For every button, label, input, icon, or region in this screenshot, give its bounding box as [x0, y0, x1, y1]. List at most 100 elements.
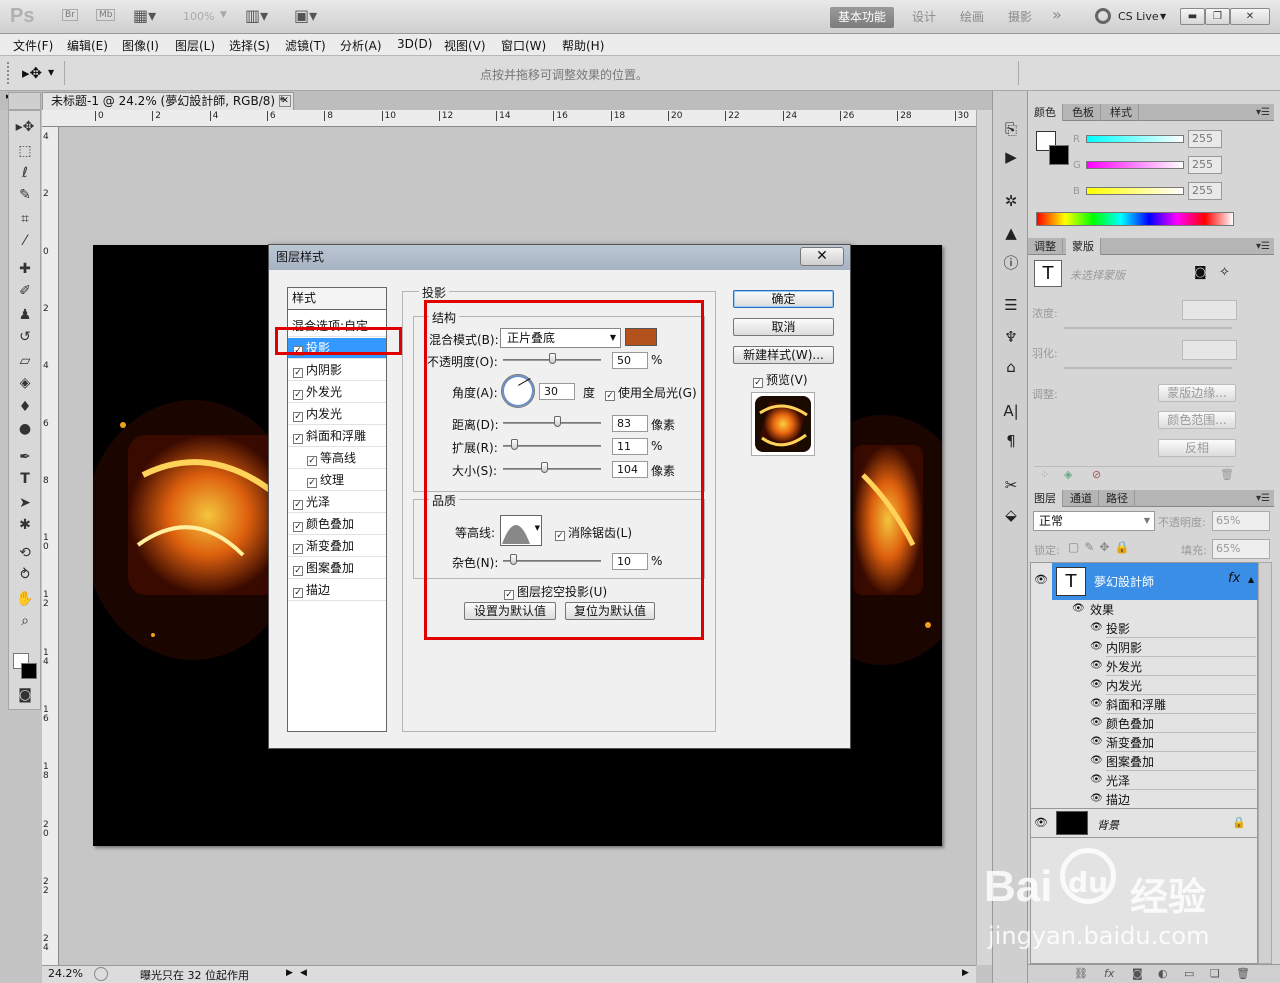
minimize-button[interactable]: ▬: [1180, 8, 1205, 25]
new-group-icon[interactable]: ▭: [1184, 967, 1194, 980]
3d-rotate-icon[interactable]: ⟲: [13, 543, 37, 563]
menu-window[interactable]: 窗口(W): [501, 37, 546, 54]
menu-analysis[interactable]: 分析(A): [340, 37, 382, 54]
healing-brush-icon[interactable]: ✚: [13, 259, 37, 279]
style-checkbox[interactable]: ✓: [307, 456, 317, 466]
tab-masks[interactable]: 蒙版: [1066, 238, 1101, 255]
channel-g-slider[interactable]: [1086, 161, 1184, 169]
screen-mode-icon[interactable]: ▣▾: [294, 6, 317, 25]
add-vector-mask-icon[interactable]: ✧: [1219, 265, 1230, 280]
brush-tool-icon[interactable]: ✐: [13, 281, 37, 301]
eye-icon[interactable]: 👁: [1072, 603, 1085, 614]
add-style-icon[interactable]: fx: [1104, 967, 1114, 980]
effect-row[interactable]: 描边: [1106, 791, 1256, 809]
blend-mode-dropdown[interactable]: 正常 ▼: [1033, 511, 1155, 531]
menu-image[interactable]: 图像(I): [122, 37, 159, 54]
eye-icon[interactable]: 👁: [1034, 816, 1048, 829]
menu-layer[interactable]: 图层(L): [175, 37, 215, 54]
info-icon[interactable]: ⓘ: [1001, 253, 1021, 273]
style-checkbox[interactable]: ✓: [293, 412, 303, 422]
move-tool-icon[interactable]: ▸✥: [13, 117, 37, 137]
tab-paths[interactable]: 路径: [1100, 490, 1135, 507]
eye-icon[interactable]: 👁: [1090, 622, 1103, 633]
mask-edge-button[interactable]: 蒙版边缘...: [1158, 384, 1236, 402]
brush-presets-icon[interactable]: ☰: [1001, 295, 1021, 315]
color-range-button[interactable]: 颜色范围...: [1158, 411, 1236, 429]
style-checkbox[interactable]: ✓: [293, 434, 303, 444]
effect-row[interactable]: 内发光: [1106, 677, 1256, 695]
style-item[interactable]: ✓ 光泽: [288, 492, 386, 513]
path-select-icon[interactable]: ➤: [13, 493, 37, 513]
style-checkbox[interactable]: ✓: [293, 500, 303, 510]
style-checkbox[interactable]: ✓: [293, 588, 303, 598]
menu-filter[interactable]: 滤镜(T): [285, 37, 326, 54]
style-item[interactable]: ✓ 斜面和浮雕: [288, 426, 386, 447]
foreground-color-swatch[interactable]: [21, 663, 37, 679]
scroll-left-arrow-icon[interactable]: ◀: [300, 968, 307, 978]
styles-header[interactable]: 样式: [288, 288, 386, 310]
style-item[interactable]: ✓ 等高线: [288, 448, 386, 469]
eyedropper-tool-icon[interactable]: ⁄: [13, 231, 37, 251]
panel-menu-icon[interactable]: ▾☰: [1256, 238, 1270, 255]
layer-name[interactable]: 夢幻設計師: [1094, 573, 1154, 590]
eye-icon[interactable]: 👁: [1090, 679, 1103, 690]
bridge-button[interactable]: Br: [62, 9, 78, 21]
layer-opacity-input[interactable]: 65%: [1212, 511, 1270, 531]
cancel-button[interactable]: 取消: [733, 318, 834, 336]
restore-button[interactable]: ❐: [1205, 8, 1230, 25]
lasso-tool-icon[interactable]: ℓ: [13, 163, 37, 183]
toolbox-header[interactable]: [8, 92, 41, 110]
zoom-tool-icon[interactable]: ⌕: [13, 611, 37, 631]
scroll-right-arrow-icon[interactable]: ▶: [962, 968, 969, 978]
tab-styles[interactable]: 样式: [1104, 104, 1139, 121]
ok-button[interactable]: 确定: [733, 290, 834, 308]
channel-b-value[interactable]: 255: [1188, 182, 1222, 200]
density-slider[interactable]: [1064, 327, 1232, 329]
menu-file[interactable]: 文件(F): [13, 37, 53, 54]
disable-mask-icon[interactable]: ⊘: [1092, 468, 1101, 481]
style-checkbox[interactable]: ✓: [293, 544, 303, 554]
history-icon[interactable]: ⎘: [1001, 119, 1021, 139]
cslive-button[interactable]: CS Live: [1118, 10, 1159, 23]
preview-checkbox[interactable]: ✓ 预览(V): [753, 371, 808, 388]
dialog-close-button[interactable]: ✕: [800, 247, 844, 266]
more-workspaces-button[interactable]: »: [1044, 4, 1070, 25]
background-layer-name[interactable]: 背景: [1097, 817, 1119, 833]
eraser-tool-icon[interactable]: ▱: [13, 351, 37, 371]
invert-button[interactable]: 反相: [1158, 439, 1236, 457]
close-window-button[interactable]: ✕: [1230, 8, 1270, 25]
eye-icon[interactable]: 👁: [1090, 660, 1103, 671]
effect-row[interactable]: 投影: [1106, 620, 1256, 638]
effect-row[interactable]: 内阴影: [1106, 639, 1256, 657]
eye-icon[interactable]: 👁: [1090, 774, 1103, 785]
link-layers-icon[interactable]: ⛓: [1074, 967, 1088, 980]
dodge-tool-icon[interactable]: ●: [13, 419, 37, 439]
channel-r-slider[interactable]: [1086, 135, 1184, 143]
menu-help[interactable]: 帮助(H): [562, 37, 604, 54]
color-spectrum-bar[interactable]: [1036, 212, 1234, 226]
menu-edit[interactable]: 编辑(E): [67, 37, 108, 54]
style-item[interactable]: ✓ 内阴影: [288, 360, 386, 381]
workspace-design[interactable]: 设计: [904, 7, 944, 28]
tab-layers[interactable]: 图层: [1028, 490, 1063, 507]
style-checkbox[interactable]: ✓: [307, 478, 317, 488]
view-extras-icon[interactable]: ▦▾: [133, 6, 156, 25]
feather-input[interactable]: [1182, 340, 1237, 360]
menu-3d[interactable]: 3D(D): [397, 37, 432, 51]
density-input[interactable]: [1182, 300, 1237, 320]
add-pixel-mask-icon[interactable]: ◙: [1194, 265, 1207, 280]
marquee-tool-icon[interactable]: ⬚: [13, 141, 37, 161]
workspace-essentials[interactable]: 基本功能: [830, 7, 895, 28]
grip-handle[interactable]: [7, 62, 11, 84]
character-icon[interactable]: A|: [1001, 401, 1021, 421]
history-brush-icon[interactable]: ↺: [13, 327, 37, 347]
layers-scrollbar[interactable]: [1258, 562, 1272, 964]
3d-icon[interactable]: ✂: [1001, 475, 1021, 495]
stamp-tool-icon[interactable]: ♟: [13, 305, 37, 325]
eye-icon[interactable]: 👁: [1090, 717, 1103, 728]
load-selection-icon[interactable]: ⁘: [1040, 468, 1049, 481]
document-tab[interactable]: 未标题-1 @ 24.2% (夢幻設計師, RGB/8) * ✕: [42, 92, 294, 110]
histogram-icon[interactable]: ▲: [1001, 223, 1021, 243]
effect-row[interactable]: 颜色叠加: [1106, 715, 1256, 733]
bg-color-swatch[interactable]: [1049, 145, 1069, 165]
